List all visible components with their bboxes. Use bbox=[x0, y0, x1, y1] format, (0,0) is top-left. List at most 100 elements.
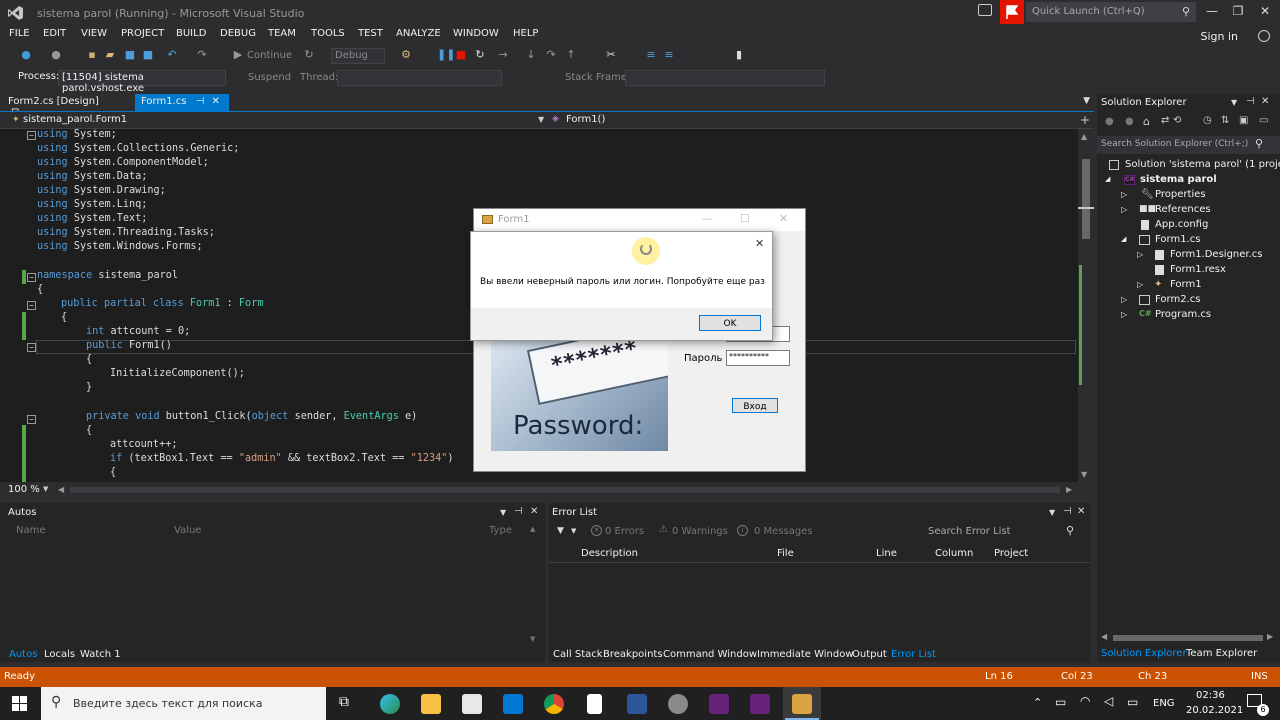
collapse-icon[interactable]: − bbox=[27, 131, 36, 140]
warnings-count[interactable]: 0 Warnings bbox=[672, 526, 728, 537]
step-out-icon[interactable]: ↑ bbox=[565, 49, 577, 61]
switch-views-icon[interactable]: ⇄ bbox=[1161, 115, 1169, 126]
step-into-icon[interactable]: ↓ bbox=[525, 49, 537, 61]
forward-icon[interactable]: ● bbox=[50, 49, 62, 61]
tab-locals[interactable]: Locals bbox=[44, 649, 75, 660]
column-name[interactable]: Name bbox=[16, 525, 46, 536]
form1-title-bar[interactable]: Form1 — ☐ ✕ bbox=[474, 209, 805, 231]
menu-file[interactable]: FILE bbox=[9, 28, 30, 39]
save-icon[interactable]: ■ bbox=[124, 49, 136, 61]
file-explorer-icon[interactable] bbox=[421, 694, 441, 714]
column-type[interactable]: Type bbox=[489, 525, 512, 536]
chrome-icon[interactable] bbox=[544, 694, 564, 714]
scroll-left-icon[interactable]: ◀ bbox=[58, 485, 64, 494]
member-dropdown[interactable]: Form1() bbox=[566, 114, 605, 125]
collapse-icon[interactable]: − bbox=[27, 273, 36, 282]
windows-start-icon[interactable] bbox=[12, 696, 27, 711]
scroll-left-icon[interactable]: ◀ bbox=[1101, 632, 1107, 641]
chevron-down-icon[interactable]: ▼ bbox=[571, 527, 576, 535]
outdent-icon[interactable]: ≡ bbox=[663, 49, 675, 61]
horizontal-scroll-track[interactable] bbox=[70, 487, 1060, 493]
editor-vertical-scrollbar[interactable]: ▲ ▼ bbox=[1078, 129, 1094, 482]
chevron-down-icon[interactable]: ▼ bbox=[500, 508, 506, 517]
visual-studio-taskbar-icon[interactable] bbox=[709, 694, 729, 714]
app-icon[interactable] bbox=[668, 694, 688, 714]
stop-debugging-icon[interactable]: ■ bbox=[455, 49, 467, 61]
wifi-icon[interactable]: ◠ bbox=[1080, 694, 1090, 708]
menu-debug[interactable]: DEBUG bbox=[220, 28, 256, 39]
menu-view[interactable]: VIEW bbox=[81, 28, 107, 39]
tab-dropdown-icon[interactable]: ▼ bbox=[1083, 96, 1090, 106]
running-app-icon[interactable] bbox=[792, 694, 812, 714]
pin-icon[interactable]: ⊣ bbox=[1246, 96, 1255, 107]
error-search-input[interactable]: Search Error List ⚲ bbox=[924, 523, 1090, 541]
menu-window[interactable]: WINDOW bbox=[453, 28, 499, 39]
filter-icon[interactable]: ▼ bbox=[557, 526, 564, 536]
errors-count[interactable]: 0 Errors bbox=[605, 526, 644, 537]
close-tab-icon[interactable]: ✕ bbox=[212, 96, 220, 107]
message-box[interactable]: ✕ Вы ввели неверный пароль или логин. По… bbox=[470, 231, 773, 341]
history-icon[interactable]: ⟲ bbox=[1173, 115, 1181, 126]
tab-error-list[interactable]: Error List bbox=[891, 649, 936, 660]
battery-icon[interactable]: ▭ bbox=[1127, 695, 1138, 709]
column-description[interactable]: Description bbox=[581, 548, 638, 559]
column-line[interactable]: Line bbox=[876, 548, 897, 559]
tab-watch-1[interactable]: Watch 1 bbox=[80, 649, 121, 660]
bookmark-icon[interactable]: ▮ bbox=[733, 49, 745, 61]
restart-icon[interactable]: ↻ bbox=[474, 49, 486, 61]
scroll-down-icon[interactable]: ▼ bbox=[530, 635, 535, 643]
feedback-icon[interactable] bbox=[978, 4, 992, 16]
visual-studio-taskbar-icon-2[interactable] bbox=[750, 694, 770, 714]
store-icon[interactable] bbox=[462, 694, 482, 714]
menu-analyze[interactable]: ANALYZE bbox=[396, 28, 441, 39]
scroll-up-icon[interactable]: ▲ bbox=[530, 525, 535, 533]
document-icon[interactable] bbox=[587, 694, 602, 714]
close-button[interactable]: ✕ bbox=[1255, 4, 1275, 18]
account-icon[interactable] bbox=[1258, 30, 1270, 42]
pin-icon[interactable]: ⊣ bbox=[1063, 506, 1072, 517]
tab-immediate-window[interactable]: Immediate Window bbox=[757, 649, 854, 660]
tab-form2-design[interactable]: Form2.cs [Design] ⊡ bbox=[2, 94, 112, 118]
split-icon[interactable]: + bbox=[1080, 113, 1090, 127]
new-project-icon[interactable]: ▪ bbox=[86, 49, 98, 61]
sign-in-link[interactable]: Sign in bbox=[1200, 30, 1238, 43]
clock-date[interactable]: 20.02.2021 bbox=[1186, 705, 1243, 716]
stack-frame-select[interactable] bbox=[625, 70, 825, 86]
solution-search-input[interactable]: Search Solution Explorer (Ctrl+;) ⚲ bbox=[1097, 136, 1280, 154]
open-file-icon[interactable]: ▰ bbox=[104, 49, 116, 61]
language-indicator[interactable]: ENG bbox=[1153, 698, 1175, 709]
scrollbar-thumb[interactable] bbox=[1082, 159, 1090, 239]
indent-icon[interactable]: ≡ bbox=[645, 49, 657, 61]
menu-edit[interactable]: EDIT bbox=[43, 28, 66, 39]
tab-solution-explorer[interactable]: Solution Explorer bbox=[1101, 648, 1187, 659]
warning-icon[interactable]: ⚠ bbox=[659, 524, 668, 535]
process-select[interactable]: [11504] sistema parol.vshost.exe bbox=[58, 70, 226, 94]
collapse-icon[interactable]: − bbox=[27, 301, 36, 310]
zoom-level[interactable]: 100 % bbox=[8, 484, 40, 495]
volume-icon[interactable]: ◁ bbox=[1104, 694, 1113, 708]
chevron-down-icon[interactable]: ▼ bbox=[43, 485, 48, 493]
suspend-label[interactable]: Suspend bbox=[248, 72, 291, 83]
redo-icon[interactable]: ↷ bbox=[196, 49, 208, 61]
home-icon[interactable]: ⌂ bbox=[1143, 115, 1150, 128]
refresh-icon[interactable]: ↻ bbox=[303, 49, 315, 61]
attach-icon[interactable]: ⚙ bbox=[400, 49, 412, 61]
info-icon[interactable]: i bbox=[737, 525, 748, 536]
save-all-icon[interactable]: ■ bbox=[142, 49, 154, 61]
step-over-icon[interactable]: ↷ bbox=[545, 49, 557, 61]
tab-team-explorer[interactable]: Team Explorer bbox=[1186, 648, 1257, 659]
form1-close-button[interactable]: ✕ bbox=[779, 212, 788, 225]
continue-label[interactable]: Continue bbox=[247, 50, 292, 61]
tab-command-window[interactable]: Command Window bbox=[663, 649, 757, 660]
tab-output[interactable]: Output bbox=[852, 649, 887, 660]
mail-icon[interactable] bbox=[503, 694, 523, 714]
menu-team[interactable]: TEAM bbox=[268, 28, 296, 39]
close-icon[interactable]: ✕ bbox=[1261, 96, 1269, 107]
tab-form1-cs[interactable]: Form1.cs ⊣ ✕ bbox=[135, 94, 229, 111]
menu-test[interactable]: TEST bbox=[358, 28, 383, 39]
chevron-down-icon[interactable]: ▼ bbox=[1231, 98, 1237, 107]
login-button[interactable]: Вход bbox=[732, 398, 778, 413]
scrollbar-thumb[interactable] bbox=[1113, 635, 1263, 641]
back-icon[interactable]: ● bbox=[1105, 116, 1114, 127]
ok-button[interactable]: OK bbox=[699, 315, 761, 331]
